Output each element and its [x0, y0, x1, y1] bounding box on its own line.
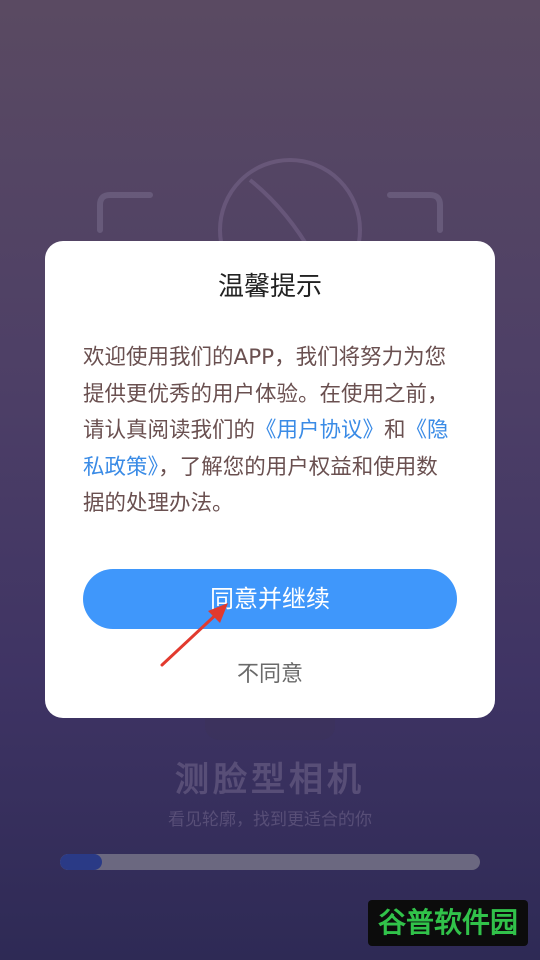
agree-continue-button[interactable]: 同意并继续 [83, 569, 457, 629]
dialog-body: 欢迎使用我们的APP，我们将努力为您提供更优秀的用户体验。在使用之前，请认真阅读… [83, 340, 455, 523]
disagree-button[interactable]: 不同意 [0, 656, 540, 688]
app-title: 测脸型相机 [175, 760, 365, 800]
loading-progress-fill [60, 854, 102, 870]
dialog-title: 温馨提示 [217, 272, 322, 302]
watermark-logo: 谷普软件园 [368, 900, 528, 946]
body-text-and: 和 [384, 418, 406, 443]
user-agreement-link[interactable]: 《用户协议》 [255, 418, 384, 443]
app-subtitle: 看见轮廓，找到更适合的你 [168, 810, 372, 830]
red-arrow-icon [160, 603, 228, 667]
loading-progress-bar [60, 854, 480, 870]
